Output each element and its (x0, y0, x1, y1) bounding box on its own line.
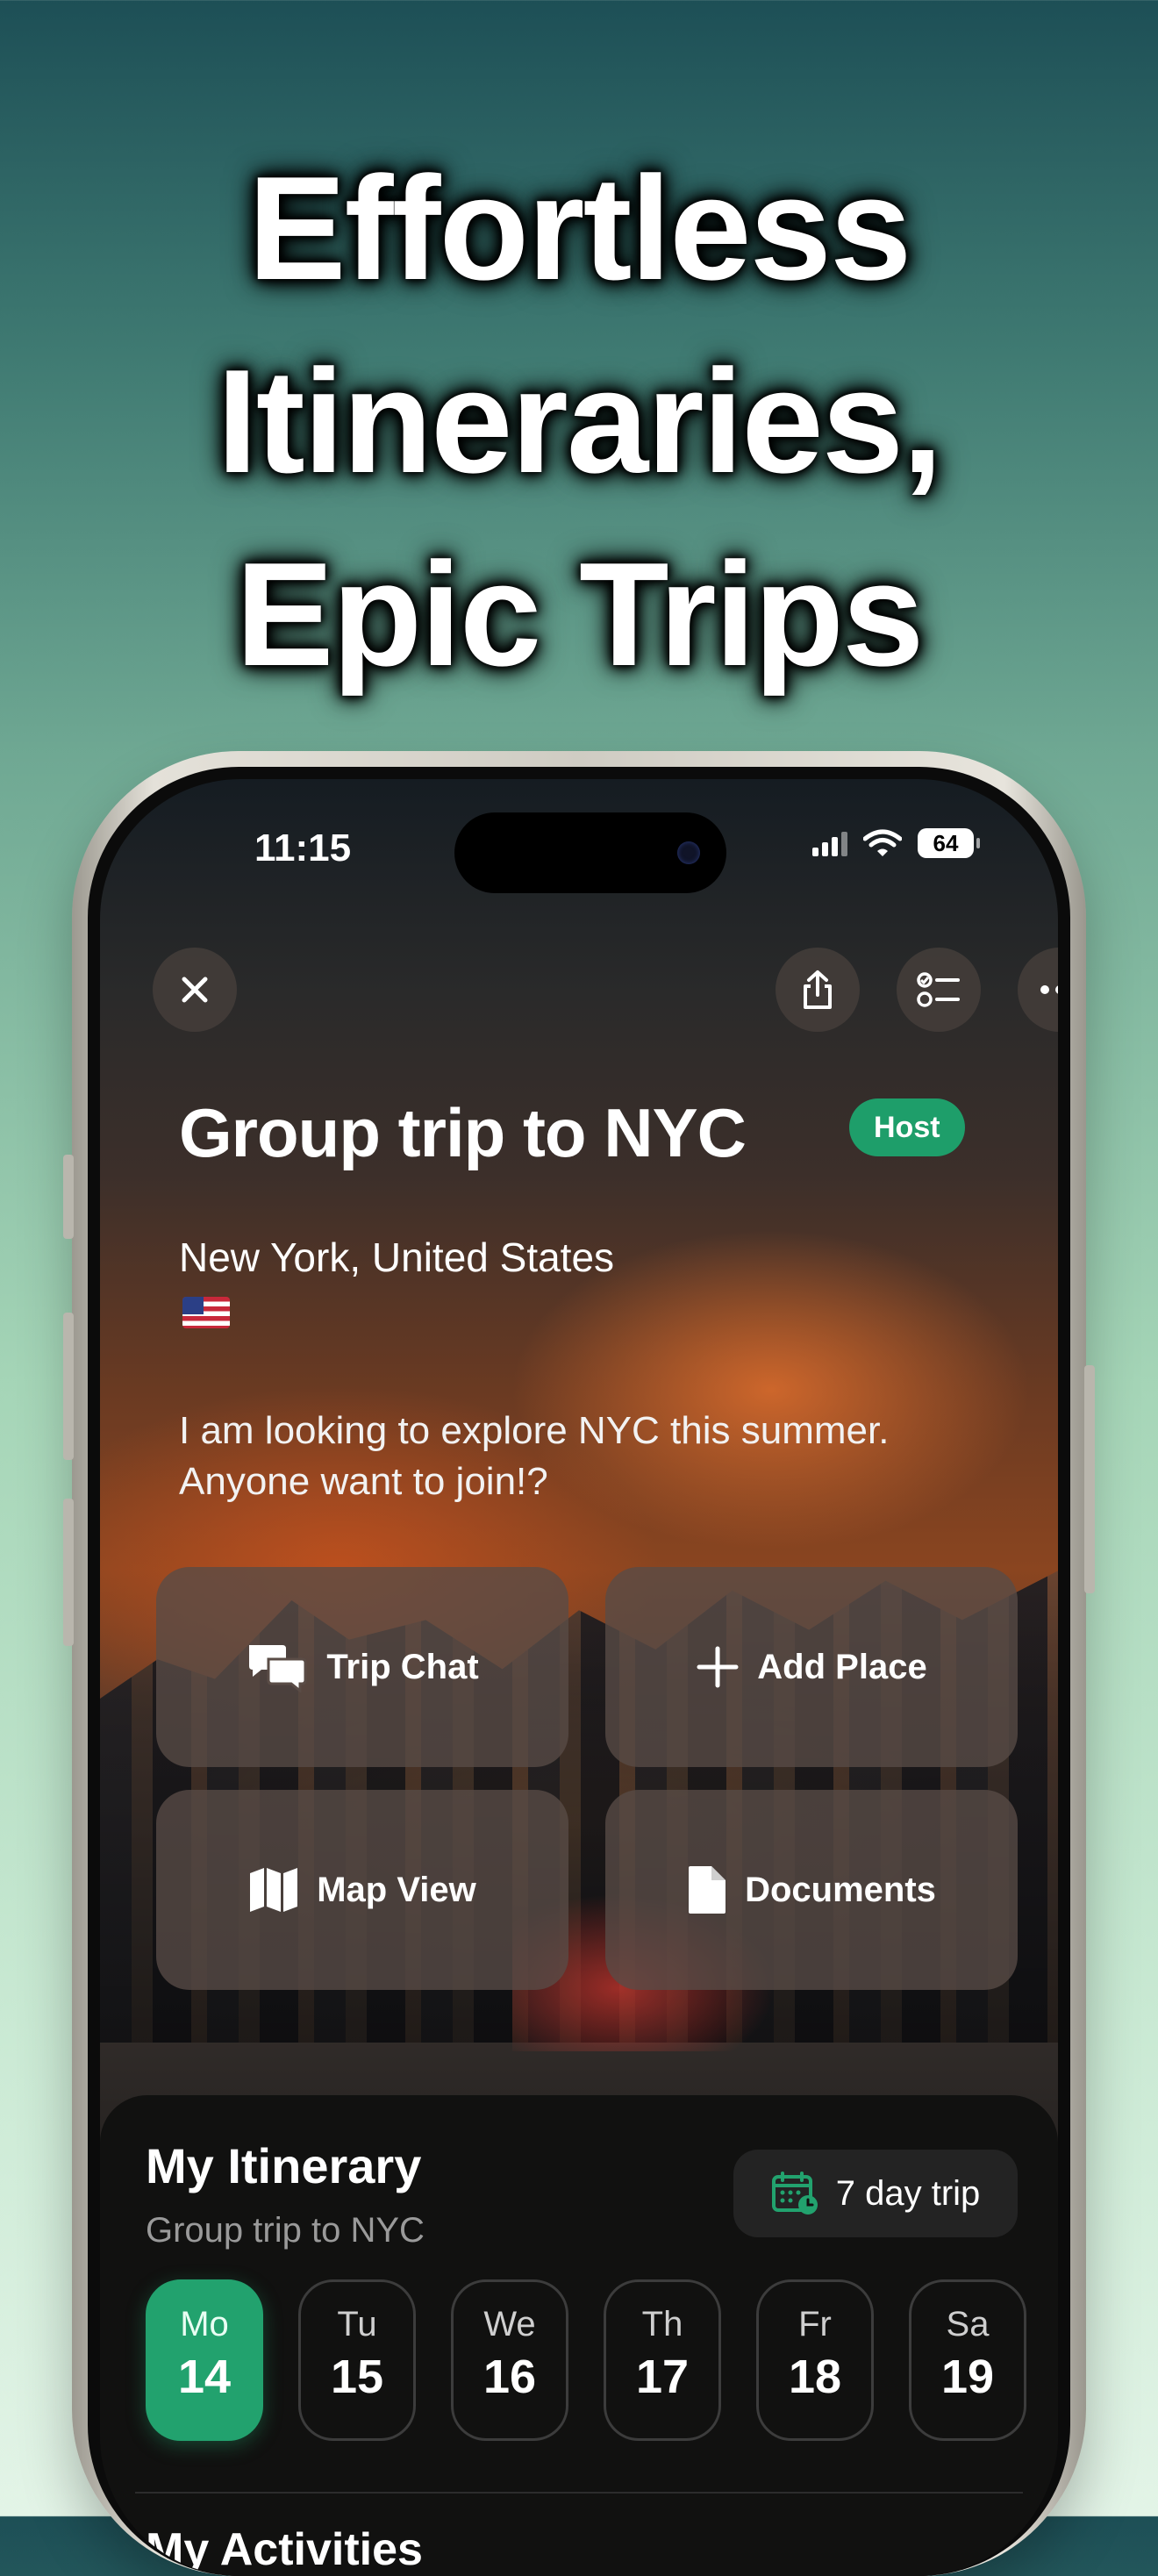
day-chip-tu[interactable]: Tu 15 (298, 2279, 416, 2441)
volume-up-button (63, 1313, 74, 1460)
headline-line-2: Itineraries, (217, 339, 943, 504)
headline-line-3: Epic Trips (235, 532, 925, 697)
day-chip-date: 18 (788, 2351, 842, 2403)
promo-headline: Effortless Itineraries, Epic Trips (0, 132, 1158, 711)
itinerary-title: My Itinerary (146, 2138, 422, 2193)
trip-location: New York, United States (179, 1234, 615, 1280)
trip-chat-label: Trip Chat (326, 1647, 479, 1686)
app-screen: 11:15 64 Group trip to NYC Host New York… (100, 779, 1058, 2576)
day-chip-weekday: Th (641, 2305, 683, 2343)
day-chip-mo[interactable]: Mo 14 (146, 2279, 263, 2441)
signal-icon (812, 830, 847, 856)
trip-length-pill[interactable]: 7 day trip (733, 2150, 1018, 2237)
documents-label: Documents (745, 1870, 936, 1909)
trip-chat-button[interactable]: Trip Chat (156, 1567, 568, 1767)
itinerary-sheet: My Itinerary Group trip to NYC 7 day tri… (100, 2095, 1058, 2576)
day-chip-weekday: Sa (946, 2305, 990, 2343)
more-button[interactable] (1018, 948, 1058, 1032)
battery-indicator: 64 (918, 828, 980, 858)
trip-description: I am looking to explore NYC this summer.… (179, 1409, 890, 1503)
us-flag-icon (182, 1297, 230, 1328)
itinerary-subtitle: Group trip to NYC (146, 2211, 425, 2250)
wifi-icon (863, 829, 902, 856)
document-icon (689, 1866, 726, 1914)
day-chip-fr[interactable]: Fr 18 (756, 2279, 874, 2441)
day-chip-date: 17 (635, 2351, 690, 2403)
close-button[interactable] (153, 948, 237, 1032)
phone-frame: 11:15 64 Group trip to NYC Host New York… (63, 751, 1095, 2576)
day-chip-date: 16 (482, 2351, 537, 2403)
documents-button[interactable]: Documents (605, 1790, 1018, 1990)
day-chip-date: 15 (330, 2351, 384, 2403)
volume-down-button (63, 1499, 74, 1646)
day-chip-weekday: Fr (798, 2305, 832, 2343)
add-place-button[interactable]: Add Place (605, 1567, 1018, 1767)
share-icon (804, 970, 832, 1009)
map-icon (250, 1868, 298, 1912)
more-icon (1040, 985, 1058, 994)
day-chip-th[interactable]: Th 17 (604, 2279, 721, 2441)
section-divider (135, 2492, 1023, 2494)
day-chip-weekday: Tu (337, 2305, 377, 2343)
day-chip-weekday: We (483, 2305, 536, 2343)
front-camera (677, 841, 700, 864)
day-chip-sa[interactable]: Sa 19 (909, 2279, 1026, 2441)
phone-bezel: 11:15 64 Group trip to NYC Host New York… (88, 767, 1070, 2576)
close-icon (182, 977, 208, 1003)
status-time: 11:15 (254, 826, 352, 869)
checklist-icon (917, 972, 960, 1007)
trip-title: Group trip to NYC (179, 1094, 747, 1171)
activities-section-title: My Activities (146, 2524, 423, 2575)
checklist-button[interactable] (897, 948, 981, 1032)
chat-bubbles-icon (249, 1645, 307, 1692)
status-icons: 64 (812, 828, 980, 858)
day-chip-date: 19 (940, 2351, 995, 2403)
trip-length-label: 7 day trip (835, 2173, 981, 2213)
share-button[interactable] (776, 948, 860, 1032)
map-view-button[interactable]: Map View (156, 1790, 568, 1990)
add-place-label: Add Place (757, 1647, 927, 1686)
day-chip-we[interactable]: We 16 (451, 2279, 568, 2441)
dynamic-island (454, 812, 726, 893)
calendar-clock-icon (771, 2172, 818, 2215)
action-button (63, 1155, 74, 1239)
plus-icon (697, 1646, 739, 1688)
day-chip-date: 14 (177, 2351, 232, 2403)
map-view-label: Map View (317, 1870, 476, 1909)
day-chip-weekday: Mo (180, 2305, 229, 2343)
power-button (1084, 1365, 1095, 1593)
headline-line-1: Effortless (247, 146, 912, 311)
host-badge: Host (849, 1098, 965, 1156)
